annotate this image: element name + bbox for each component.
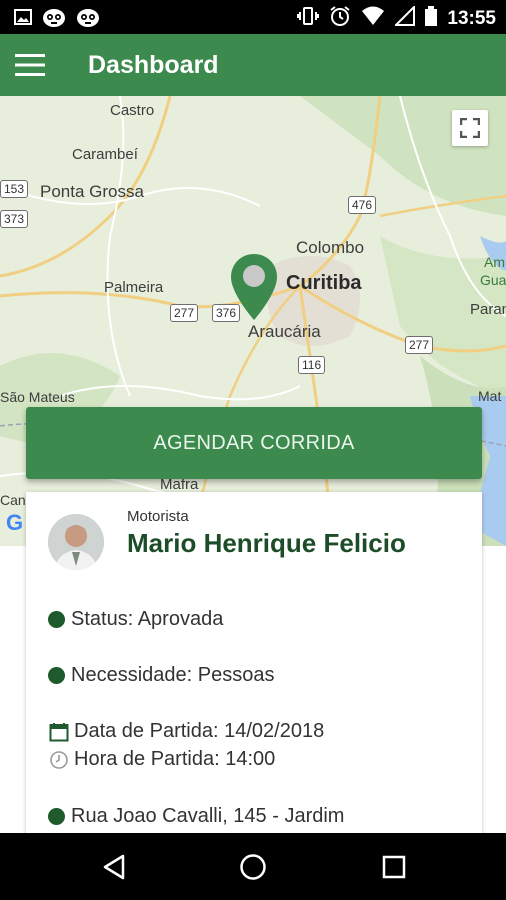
hamburger-menu-icon[interactable]	[2, 34, 58, 96]
avatar	[48, 514, 104, 570]
status-dot-icon	[48, 667, 65, 684]
home-icon[interactable]	[237, 851, 269, 883]
back-icon[interactable]	[98, 851, 130, 883]
map-label-sao-mateus: São Mateus	[0, 389, 75, 405]
map-label-gua: Gua	[480, 272, 506, 288]
road-shield-153: 153	[0, 180, 29, 198]
road-shield-277: 277	[170, 304, 199, 322]
wifi-icon	[361, 6, 385, 31]
status-text: Status: Aprovada	[71, 608, 224, 630]
need-text: Necessidade: Pessoas	[71, 664, 275, 686]
road-shield-373: 373	[0, 210, 29, 228]
address-text: Rua Joao Cavalli, 145 - Jardim	[71, 805, 345, 827]
app-bar: Dashboard	[0, 34, 506, 96]
map-label-ponta-grossa: Ponta Grossa	[40, 182, 144, 201]
schedule-ride-button[interactable]: AGENDAR CORRIDA	[26, 407, 482, 479]
status-dot-icon	[48, 611, 65, 628]
map-label-palmeira: Palmeira	[104, 279, 164, 296]
driver-role-label: Motorista	[127, 508, 189, 525]
system-nav-bar	[0, 833, 506, 900]
recents-icon[interactable]	[378, 851, 410, 883]
address-row: Rua Joao Cavalli, 145 - Jardim	[48, 805, 344, 828]
map-label-am: Am	[484, 254, 505, 270]
departure-date-text: Data de Partida: 14/02/2018	[74, 720, 325, 742]
status-bar: 13:55	[0, 0, 506, 34]
road-shield-116: 116	[298, 356, 326, 374]
location-dot-icon	[48, 808, 65, 825]
signal-icon	[393, 4, 416, 31]
alarm-icon	[329, 5, 351, 32]
page-title: Dashboard	[88, 50, 219, 79]
departure-time-text: Hora de Partida: 14:00	[74, 748, 276, 770]
vibrate-icon	[297, 5, 320, 32]
calendar-icon	[48, 721, 70, 743]
status-row: Status: Aprovada	[48, 608, 223, 631]
need-row: Necessidade: Pessoas	[48, 664, 274, 687]
clock-icon	[48, 749, 70, 771]
app-notification-icon	[42, 6, 66, 33]
map-label-castro: Castro	[110, 102, 155, 119]
battery-icon	[425, 6, 438, 31]
departure-time-row: Hora de Partida: 14:00	[48, 748, 275, 771]
location-pin-icon[interactable]	[229, 252, 279, 327]
ride-card: Motorista Mario Henrique Felicio Status:…	[26, 492, 482, 852]
app-notification-icon	[76, 6, 100, 33]
map-label-parana: Parana	[470, 301, 506, 318]
road-shield-476: 476	[348, 196, 377, 214]
map-label-can: Can	[0, 492, 26, 508]
map-label-mat: Mat	[478, 388, 502, 404]
map-label-carambei: Carambeí	[72, 146, 138, 163]
google-logo: G	[6, 510, 24, 535]
map-label-colombo: Colombo	[296, 238, 365, 257]
image-icon	[14, 8, 32, 31]
fullscreen-icon[interactable]	[452, 110, 488, 146]
map-label-curitiba: Curitiba	[286, 272, 362, 294]
road-shield-277: 277	[405, 336, 434, 354]
driver-name: Mario Henrique Felicio	[127, 528, 406, 558]
departure-date-row: Data de Partida: 14/02/2018	[48, 720, 324, 743]
clock-time: 13:55	[447, 7, 496, 29]
